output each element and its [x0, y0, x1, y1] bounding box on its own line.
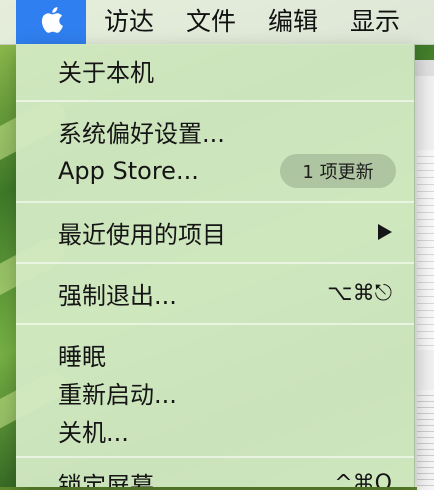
apple-menu-button[interactable]: [16, 0, 86, 44]
menu-separator: [16, 262, 414, 264]
force-quit-shortcut: ⌥⌘⎋: [327, 280, 392, 306]
apple-logo-icon: [38, 5, 64, 39]
menu-separator: [16, 323, 414, 325]
menu-item-label: 关机...: [58, 418, 129, 447]
menubar-item-edit[interactable]: 编辑: [268, 0, 318, 44]
menu-item-force-quit[interactable]: 强制退出... ⌥⌘⎋: [16, 276, 414, 310]
menu-item-sleep[interactable]: 睡眠: [16, 337, 414, 371]
background-document: [417, 150, 434, 350]
menu-item-app-store[interactable]: App Store... 1 项更新: [16, 154, 414, 188]
menu-item-label: 关于本机: [58, 58, 154, 87]
menu-item-label: 最近使用的项目: [58, 220, 226, 249]
background-window[interactable]: [414, 60, 434, 490]
menu-item-restart[interactable]: 重新启动...: [16, 375, 414, 409]
menu-separator: [16, 100, 414, 102]
apple-dropdown-menu: 关于本机 系统偏好设置... App Store... 1 项更新 最近使用的项…: [16, 44, 415, 487]
lock-screen-shortcut: ^⌘Q: [334, 470, 392, 488]
background-document: [417, 390, 434, 490]
menu-item-label: 系统偏好设置...: [58, 119, 225, 148]
menu-separator: [16, 201, 414, 203]
menubar-item-view[interactable]: 显示: [350, 0, 400, 44]
menu-item-label: 强制退出...: [58, 281, 177, 310]
menu-item-lock-screen[interactable]: 锁定屏幕 ^⌘Q: [16, 466, 414, 488]
update-count-badge: 1 项更新: [280, 154, 396, 188]
submenu-arrow-icon: [378, 224, 392, 240]
menubar-item-finder[interactable]: 访达: [104, 0, 154, 44]
background-window-titlebar: [415, 60, 434, 76]
menu-item-system-preferences[interactable]: 系统偏好设置...: [16, 114, 414, 148]
menu-item-shutdown[interactable]: 关机...: [16, 413, 414, 447]
menu-item-label: App Store...: [58, 157, 199, 185]
menu-item-label: 睡眠: [58, 342, 106, 371]
menu-item-recent-items[interactable]: 最近使用的项目: [16, 215, 414, 249]
menu-item-about-this-mac[interactable]: 关于本机: [16, 53, 414, 87]
menu-item-label: 锁定屏幕: [58, 471, 154, 488]
menu-bar: 访达 文件 编辑 显示: [0, 0, 434, 45]
menu-item-label: 重新启动...: [58, 380, 177, 409]
menu-separator: [16, 456, 414, 458]
menubar-item-file[interactable]: 文件: [186, 0, 236, 44]
